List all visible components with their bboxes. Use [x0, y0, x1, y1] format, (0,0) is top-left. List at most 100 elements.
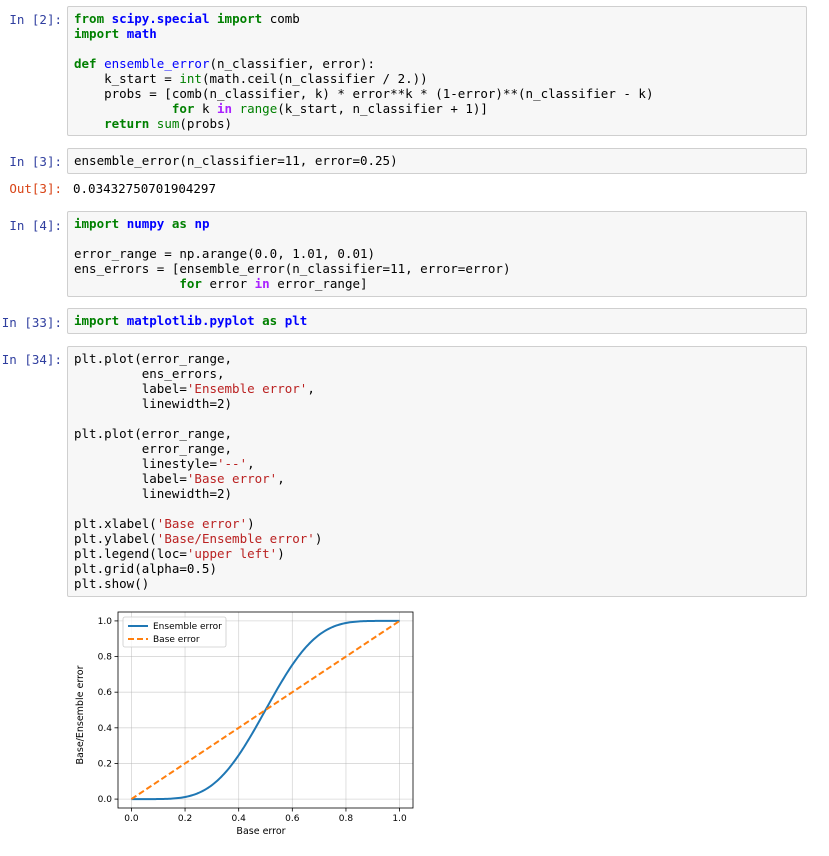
code-line: plt.xlabel('Base error') — [74, 516, 800, 531]
code-token: plt.legend(loc= — [74, 546, 187, 561]
code-token: from — [74, 11, 105, 26]
code-token: import — [74, 26, 120, 41]
code-token: 'Ensemble error' — [186, 381, 308, 396]
y-tick-label: 0.2 — [98, 759, 112, 769]
code-token: (probs) — [179, 116, 233, 131]
code-token: def — [74, 56, 97, 71]
code-token: linewidth=2) — [74, 486, 233, 501]
code-line: from scipy.special import comb — [74, 11, 800, 26]
code-token: in — [217, 101, 233, 116]
code-line: ens_errors, — [74, 366, 800, 381]
input-prompt: In [34]: — [1, 352, 62, 367]
code-editor[interactable]: from scipy.special import comb import mat… — [67, 6, 807, 136]
code-line: for error in error_range] — [74, 276, 800, 291]
code-token: ens_errors, — [74, 366, 225, 381]
y-axis-label: Base/Ensemble error — [75, 665, 86, 764]
code-token: plt.grid(alpha=0.5) — [74, 561, 217, 576]
code-token: plt.plot(error_range, — [74, 426, 233, 441]
code-token: '--' — [217, 456, 248, 471]
code-token: linestyle= — [74, 456, 217, 471]
output-value: 0.03432750701904297 — [73, 181, 216, 196]
code-token: error_range] — [269, 276, 368, 291]
code-token: 'Base error' — [186, 471, 278, 486]
code-line: plt.legend(loc='upper left') — [74, 546, 800, 561]
code-line: linewidth=2) — [74, 396, 800, 411]
code-token: (k_start, n_classifier + 1)] — [277, 101, 488, 116]
legend: Ensemble error Base error — [122, 616, 227, 648]
x-tick-label: 0.2 — [178, 814, 192, 824]
code-editor[interactable]: plt.plot(error_range, ens_errors, label=… — [67, 346, 807, 597]
code-token: plt.plot(error_range, — [74, 351, 233, 366]
code-text: from scipy.special import comb import mat… — [68, 7, 806, 135]
code-line: plt.plot(error_range, — [74, 351, 800, 366]
code-token: (n_classifier, error): — [209, 56, 376, 71]
code-line: return sum(probs) — [74, 116, 800, 131]
code-text: import matplotlib.pyplot as plt — [68, 309, 806, 332]
line-chart: Base/Ensemble error Base error 0.0 0.2 0.4… — [75, 611, 414, 837]
code-token: (math.ceil(n_classifier / 2.)) — [201, 71, 428, 86]
x-tick-label: 0.8 — [339, 814, 354, 824]
code-line: plt.ylabel('Base/Ensemble error') — [74, 531, 800, 546]
code-token: 'Base/Ensemble error' — [156, 531, 315, 546]
code-token: ens_errors = [ensemble_error(n_classifie… — [74, 261, 511, 276]
code-line: ensemble_error(n_classifier=11, error=0.… — [74, 153, 800, 168]
code-token: plt.show() — [74, 576, 150, 591]
code-token: int — [179, 71, 202, 86]
code-token: as — [171, 216, 187, 231]
code-token: range — [239, 101, 278, 116]
code-token: ensemble_error — [104, 56, 210, 71]
code-line: def ensemble_error(n_classifier, error): — [74, 56, 800, 71]
code-token: import — [217, 11, 263, 26]
code-token: plt.ylabel( — [74, 531, 157, 546]
code-token: 'upper left' — [186, 546, 278, 561]
code-token: matplotlib.pyplot — [126, 313, 255, 328]
code-line: import math — [74, 26, 800, 41]
code-token: ) — [247, 516, 255, 531]
code-token: scipy.special — [111, 11, 210, 26]
code-token: label= — [74, 471, 187, 486]
code-token: k — [194, 101, 217, 116]
code-line: for k in range(k_start, n_classifier + 1… — [74, 101, 800, 116]
code-line: import numpy as np — [74, 216, 800, 231]
y-tick-label: 1.0 — [98, 617, 113, 627]
code-line: label='Ensemble error', — [74, 381, 800, 396]
code-editor[interactable]: import numpy as np error_range = np.aran… — [67, 211, 807, 297]
x-tick-label: 0.0 — [124, 814, 139, 824]
plot-output: Base/Ensemble error Base error 0.0 0.2 0.4… — [67, 606, 427, 846]
code-line: probs = [comb(n_classifier, k) * error**… — [74, 86, 800, 101]
code-line: error_range = np.arange(0.0, 1.01, 0.01) — [74, 246, 800, 261]
code-line: plt.grid(alpha=0.5) — [74, 561, 800, 576]
x-tick-label: 1.0 — [392, 814, 407, 824]
code-line: plt.plot(error_range, — [74, 426, 800, 441]
code-token: as — [262, 313, 278, 328]
series-lines — [130, 619, 401, 801]
code-token: np — [194, 216, 210, 231]
code-token: comb — [262, 11, 300, 26]
code-token: k_start = — [74, 71, 180, 86]
code-token: , — [307, 381, 315, 396]
code-token: error_range = np.arange(0.0, 1.01, 0.01) — [74, 246, 376, 261]
input-prompt: In [4]: — [9, 218, 62, 233]
code-text: ensemble_error(n_classifier=11, error=0.… — [68, 149, 806, 172]
code-editor[interactable]: ensemble_error(n_classifier=11, error=0.… — [67, 148, 807, 174]
code-token: error — [201, 276, 255, 291]
y-tick-label: 0.0 — [98, 795, 113, 805]
code-token: sum — [156, 116, 180, 131]
code-editor[interactable]: import matplotlib.pyplot as plt — [67, 308, 807, 334]
code-token: , — [277, 471, 285, 486]
code-line: import matplotlib.pyplot as plt — [74, 313, 800, 328]
code-token: ) — [277, 546, 285, 561]
